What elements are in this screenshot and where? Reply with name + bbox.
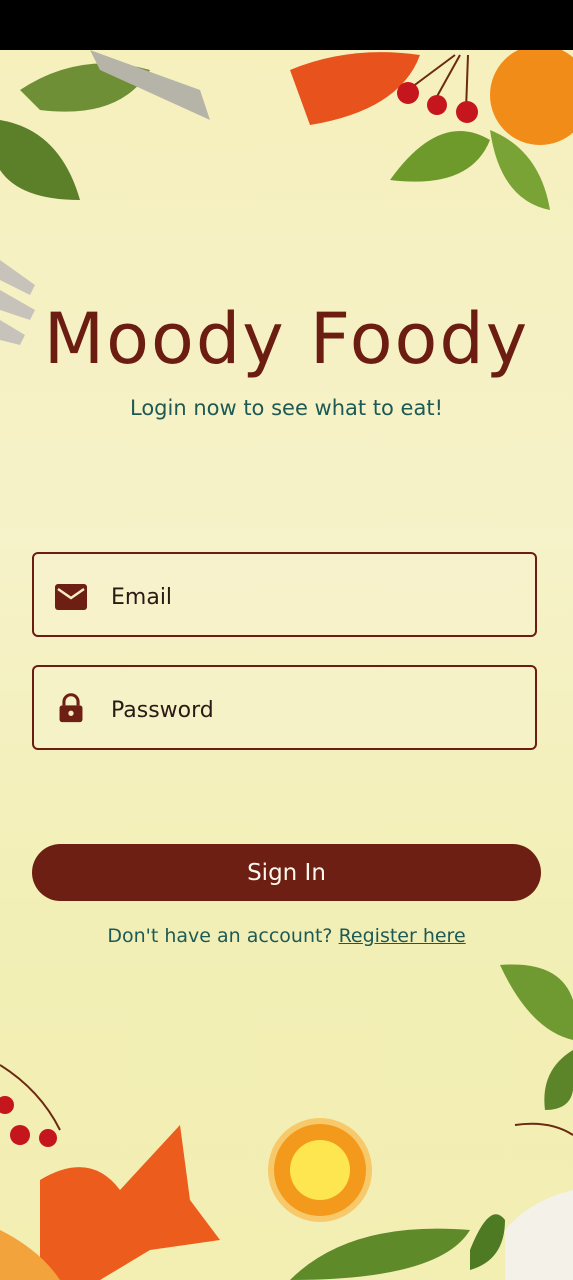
- email-field[interactable]: [32, 552, 537, 637]
- fruit-decoration-top-right: [290, 50, 573, 210]
- envelope-icon: [55, 584, 87, 610]
- sign-in-button[interactable]: Sign In: [32, 844, 541, 901]
- leaf-decoration-bottom-right: [500, 964, 573, 1280]
- register-link[interactable]: Register here: [339, 925, 466, 947]
- no-account-text: Don't have an account?: [107, 925, 333, 947]
- password-field[interactable]: [32, 665, 537, 750]
- leaf-decoration-bottom-left: [0, 1064, 220, 1280]
- email-input[interactable]: [109, 574, 513, 620]
- app-subtitle: Login now to see what to eat!: [129, 396, 443, 420]
- status-bar: [0, 0, 573, 50]
- register-prompt: Don't have an account? Register here: [0, 925, 573, 947]
- app-title: Moody Foody: [43, 298, 530, 380]
- lock-icon: [59, 693, 83, 723]
- password-input[interactable]: [109, 687, 513, 733]
